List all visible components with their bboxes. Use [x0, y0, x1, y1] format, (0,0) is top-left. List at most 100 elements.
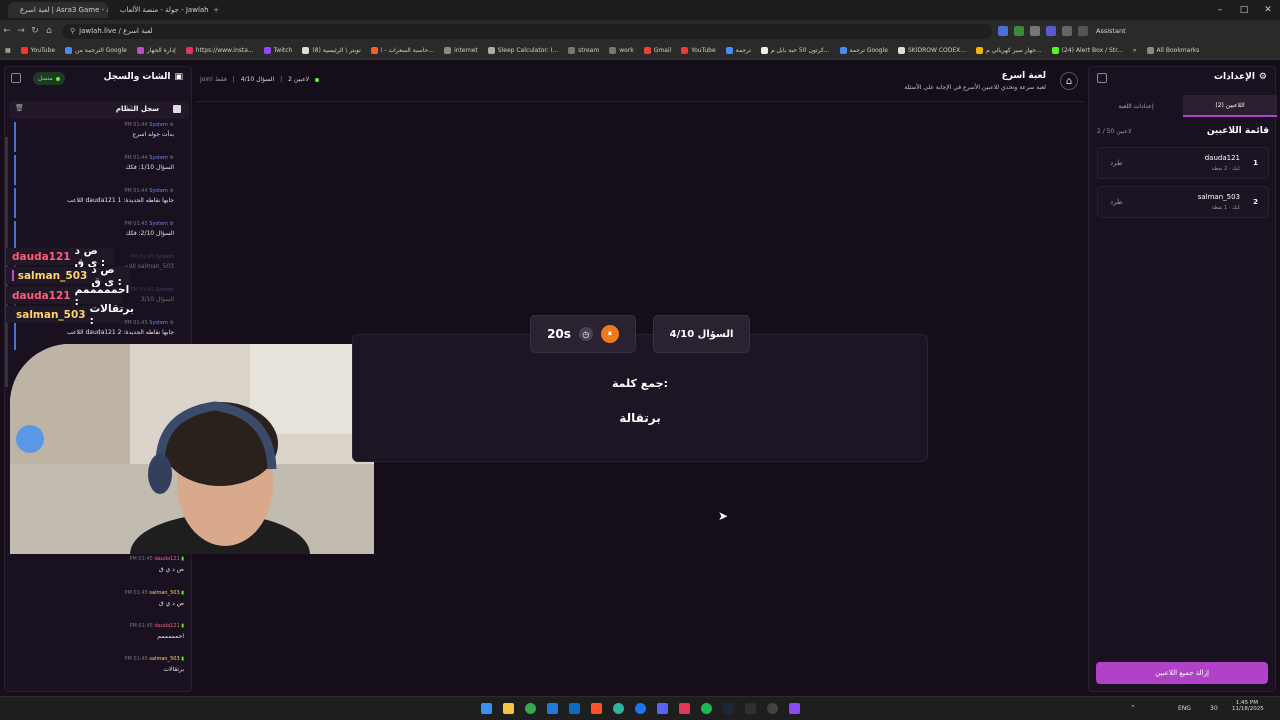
- bookmark-item[interactable]: internet: [439, 47, 483, 54]
- start-icon[interactable]: [481, 703, 492, 714]
- gear-icon: ⚙: [1258, 72, 1267, 82]
- new-tab-button[interactable]: +: [208, 6, 224, 14]
- bookmark-item[interactable]: Sleep Calculator: I...: [483, 47, 563, 54]
- bookmark-item[interactable]: Gmail: [639, 47, 677, 54]
- language-indicator[interactable]: ENG: [1178, 705, 1191, 712]
- tab-active[interactable]: لعبة اسرع | Asra3 Game - جولة: [8, 2, 108, 18]
- file-explorer-icon[interactable]: [503, 703, 514, 714]
- bookmark-item[interactable]: work: [604, 47, 639, 54]
- pause-button[interactable]: ⏸: [600, 325, 619, 343]
- brave-icon[interactable]: [591, 703, 602, 714]
- bookmark-item[interactable]: تويتر \ الرئيسية (8): [297, 47, 365, 54]
- apps-icon[interactable]: ▦: [0, 47, 16, 54]
- steam-icon[interactable]: [723, 703, 734, 714]
- app-icon[interactable]: [679, 703, 690, 714]
- profile-icon[interactable]: [1078, 26, 1088, 36]
- home-icon[interactable]: ⌂: [42, 26, 56, 36]
- extension-icon[interactable]: [1014, 26, 1024, 36]
- extension-icon[interactable]: [998, 26, 1008, 36]
- system-log-title: سجل النظام: [115, 105, 159, 113]
- players-count: 2 / 50 لاعبين: [1097, 128, 1132, 135]
- minimize-button[interactable]: –: [1208, 0, 1232, 20]
- collapse-panel-icon[interactable]: [11, 73, 21, 83]
- settings-title: الإعدادات ⚙: [1213, 72, 1267, 82]
- player-score: كيك · 1 نقطة: [1211, 205, 1240, 211]
- maximize-button[interactable]: □: [1232, 0, 1256, 20]
- log-icon: [173, 105, 181, 113]
- clock-icon: ◷: [578, 327, 593, 341]
- chrome-icon[interactable]: [525, 703, 536, 714]
- bookmark-item[interactable]: حاسبة السعرات - ا...: [366, 47, 439, 54]
- app-icon[interactable]: [767, 703, 778, 714]
- bookmark-item[interactable]: كرتون 50 حبة بابل م...: [756, 47, 835, 54]
- bookmark-item[interactable]: https://www.insta...: [181, 47, 259, 54]
- volume-level[interactable]: 30: [1210, 705, 1218, 712]
- system-log-header[interactable]: 🗑 سجل النظام 12: [9, 101, 189, 119]
- store-icon[interactable]: [569, 703, 580, 714]
- extension-icon[interactable]: [1030, 26, 1040, 36]
- bookmark-item[interactable]: YouTube: [16, 47, 60, 54]
- close-window-button[interactable]: ✕: [1256, 0, 1280, 20]
- game-stats: join! فقط | السؤال 4/10 | 2 لاعبين: [200, 76, 320, 83]
- url-text: jawlah.live / لعبة اسرع: [79, 27, 153, 35]
- tab-inactive[interactable]: جولة - منصة الألعاب - Jawlah: [108, 2, 208, 18]
- trash-icon[interactable]: 🗑: [15, 104, 24, 112]
- bookmark-item[interactable]: جهاز سير كهربائي م...: [971, 47, 1047, 54]
- panel-title: الشات والسجل ▣: [103, 72, 183, 82]
- tab-players[interactable]: اللاعبين (2): [1183, 95, 1277, 117]
- bookmark-item[interactable]: stream: [563, 47, 604, 54]
- question-number-pill: السؤال 4/10: [653, 315, 750, 353]
- game-header: join! فقط | السؤال 4/10 | 2 لاعبين لعبة اس…: [196, 66, 1084, 102]
- extension-icon[interactable]: [1062, 26, 1072, 36]
- log-count: 12: [125, 105, 133, 112]
- bookmark-item[interactable]: SKIDROW CODEX...: [893, 47, 971, 54]
- chat-message: PM 01:45 salman_503 ▮ ص د ي ق: [124, 590, 185, 607]
- bookmark-item[interactable]: Twitch: [259, 47, 298, 54]
- overlay-chat-line: salman_503 برتقالات :: [6, 303, 134, 327]
- mouse-cursor-icon: ➤: [718, 509, 729, 523]
- remove-all-players-button[interactable]: إزالة جميع اللاعبين: [1096, 662, 1268, 684]
- app-icon[interactable]: [789, 703, 800, 714]
- forward-icon[interactable]: →: [14, 26, 28, 36]
- browser-tab-strip: لعبة اسرع | Asra3 Game - جولة جولة - منص…: [0, 0, 1280, 20]
- players-list-title: قائمة اللاعبين: [1206, 126, 1269, 136]
- player-row: طرد salman_503 كيك · 1 نقطة 2: [1097, 186, 1269, 218]
- site-info-icon: ⚲: [70, 27, 76, 35]
- edge-icon[interactable]: [613, 703, 624, 714]
- kick-button[interactable]: طرد: [1110, 159, 1123, 167]
- reload-icon[interactable]: ↻: [28, 26, 42, 36]
- more-bookmarks-icon[interactable]: »: [1128, 47, 1142, 54]
- kick-button[interactable]: طرد: [1110, 198, 1123, 206]
- timer-value: 20s: [547, 327, 571, 341]
- log-entry: PM 01:44 System ⚙ اللاعب dauda121 جابها …: [14, 188, 184, 218]
- settings-panel: الإعدادات ⚙ إعدادات اللعبة اللاعبين (2) ق…: [1088, 66, 1277, 692]
- connection-status-badge: متصل: [33, 72, 65, 85]
- bookmark-item[interactable]: ترجمة Google: [835, 47, 893, 54]
- facebook-icon[interactable]: [635, 703, 646, 714]
- home-icon[interactable]: ⌂: [1060, 72, 1078, 90]
- discord-icon[interactable]: [657, 703, 668, 714]
- all-bookmarks[interactable]: All Bookmarks: [1142, 47, 1205, 54]
- chat-icon: ▣: [174, 72, 183, 82]
- spotify-icon[interactable]: [701, 703, 712, 714]
- tab-game-settings[interactable]: إعدادات اللعبة: [1089, 95, 1183, 117]
- collapse-panel-icon[interactable]: [1097, 73, 1107, 83]
- bookmark-item[interactable]: YouTube: [676, 47, 720, 54]
- player-score: كيك · 2 نقطة: [1211, 166, 1240, 172]
- url-field[interactable]: ⚲ jawlah.live / لعبة اسرع: [62, 23, 992, 39]
- clock[interactable]: 1:45 PM 11/18/2025: [1232, 700, 1264, 712]
- obs-icon[interactable]: [745, 703, 756, 714]
- overlay-chat-line: dauda121 ص د ي ق :: [6, 245, 114, 269]
- bookmark-item[interactable]: ترجمة: [721, 47, 756, 54]
- webcam-image: [10, 344, 374, 554]
- bookmark-item[interactable]: الترجمة من Google: [60, 47, 132, 54]
- back-icon[interactable]: ←: [0, 26, 14, 36]
- bookmark-item[interactable]: إدارة الجهاز: [132, 47, 181, 54]
- bookmark-item[interactable]: (24) Alert Box / Str...: [1047, 47, 1128, 54]
- mail-icon[interactable]: [547, 703, 558, 714]
- extension-icon[interactable]: [1046, 26, 1056, 36]
- assistant-button[interactable]: Assistant: [1096, 27, 1126, 35]
- question-card: جمع كلمة: برتقالة: [352, 334, 928, 462]
- chat-messages: PM 01:45 dauda121 ▮ ص د ي ق PM 01:45 sal…: [4, 556, 192, 686]
- tray-chevron-icon[interactable]: ⌃: [1130, 704, 1136, 712]
